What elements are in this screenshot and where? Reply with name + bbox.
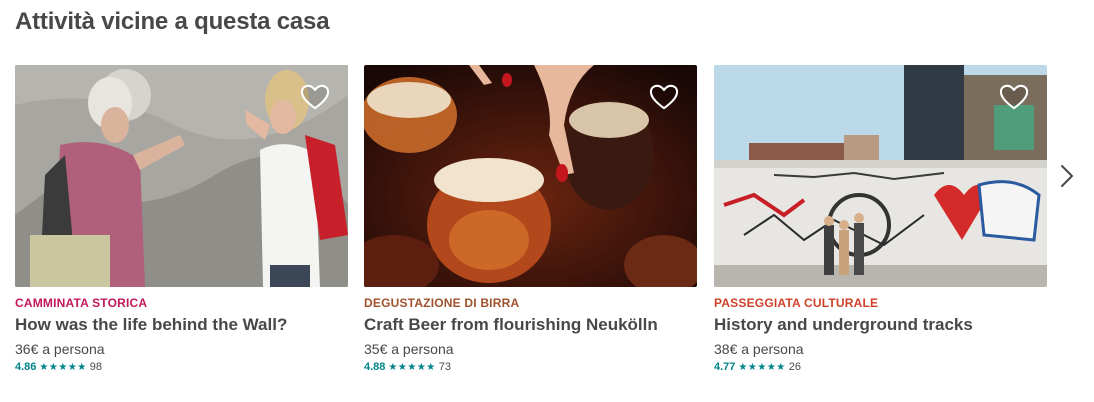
activity-category: PASSEGGIATA CULTURALE: [714, 296, 879, 310]
activity-title[interactable]: Craft Beer from flourishing Neukölln: [364, 315, 697, 335]
activity-photo[interactable]: [15, 65, 348, 287]
activity-photo[interactable]: [364, 65, 697, 287]
heart-outline-icon: [999, 84, 1029, 110]
carousel-next-button[interactable]: [1057, 163, 1077, 189]
activity-price: 36€ a persona: [15, 341, 105, 357]
star-rating-icon: ★★★★★: [388, 361, 436, 373]
activity-card[interactable]: PASSEGGIATA CULTURALE History and underg…: [714, 65, 1047, 373]
favorite-button[interactable]: [649, 83, 679, 111]
activity-title[interactable]: How was the life behind the Wall?: [15, 315, 348, 335]
heart-outline-icon: [300, 84, 330, 110]
activity-title[interactable]: History and underground tracks: [714, 315, 1047, 335]
favorite-button[interactable]: [300, 83, 330, 111]
chevron-right-icon: [1061, 165, 1073, 187]
activity-rating: 4.88 ★★★★★ 73: [364, 361, 697, 373]
activity-price: 38€ a persona: [714, 341, 804, 357]
review-count: 26: [788, 361, 801, 373]
activity-price: 35€ a persona: [364, 341, 454, 357]
berlin-wall-photo: [714, 65, 1047, 287]
activity-card[interactable]: CAMMINATA STORICA How was the life behin…: [15, 65, 348, 373]
rating-value: 4.77: [714, 361, 736, 373]
star-rating-icon: ★★★★★: [738, 361, 786, 373]
activity-rating: 4.77 ★★★★★ 26: [714, 361, 1047, 373]
activities-carousel: CAMMINATA STORICA How was the life behin…: [15, 65, 1055, 385]
rating-value: 4.88: [364, 361, 386, 373]
section-title: Attività vicine a questa casa: [15, 8, 330, 35]
activities-section: Attività vicine a questa casa CAMMINATA …: [0, 0, 1094, 402]
wall-walk-photo: [15, 65, 348, 287]
activity-rating: 4.86 ★★★★★ 98: [15, 361, 348, 373]
activity-category: DEGUSTAZIONE DI BIRRA: [364, 296, 520, 310]
review-count: 73: [438, 361, 451, 373]
review-count: 98: [89, 361, 102, 373]
star-rating-icon: ★★★★★: [39, 361, 87, 373]
activity-card[interactable]: DEGUSTAZIONE DI BIRRA Craft Beer from fl…: [364, 65, 697, 373]
favorite-button[interactable]: [999, 83, 1029, 111]
craft-beer-photo: [364, 65, 697, 287]
activity-photo[interactable]: [714, 65, 1047, 287]
rating-value: 4.86: [15, 361, 37, 373]
heart-outline-icon: [649, 84, 679, 110]
activity-category: CAMMINATA STORICA: [15, 296, 148, 310]
